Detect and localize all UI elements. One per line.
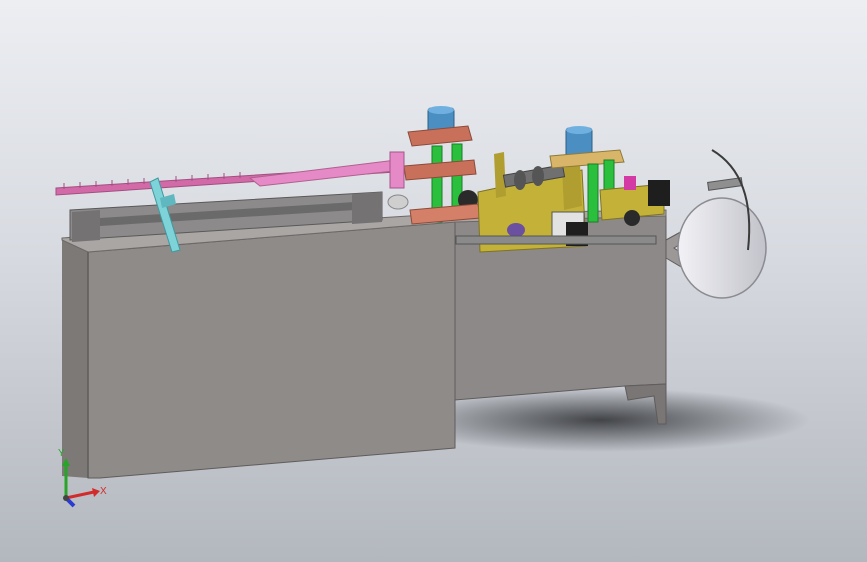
roller-left: [387, 194, 409, 210]
frame-plate-right: [562, 164, 582, 210]
pink-push-arm[interactable]: [248, 159, 403, 187]
right-motor-cap: [566, 126, 592, 134]
left-copper-plate-mid: [403, 159, 477, 181]
black-wheel-right: [624, 210, 640, 226]
spring-2: [532, 166, 544, 186]
left-motor-head[interactable]: [387, 106, 481, 225]
left-motor-cap: [428, 106, 454, 114]
magenta-block: [624, 176, 636, 190]
model-scene[interactable]: Y X: [0, 0, 867, 562]
triad-x-label: X: [100, 486, 107, 497]
spool-axle: [707, 177, 743, 191]
pink-actuator[interactable]: [389, 151, 405, 189]
cad-viewport[interactable]: Y X: [0, 0, 867, 562]
rail-block-right: [352, 192, 382, 224]
triad-x-axis: [65, 490, 95, 500]
right-shaft-1: [587, 163, 599, 223]
spool-disc[interactable]: [677, 197, 767, 299]
body-left-end: [62, 234, 88, 478]
triad-x-arrow: [92, 488, 100, 497]
spring-1: [514, 170, 526, 190]
triad-origin: [63, 495, 69, 501]
triad-y-label: Y: [58, 448, 65, 459]
black-block-right: [648, 180, 670, 206]
spool-assembly[interactable]: [665, 149, 767, 299]
left-copper-plate-top: [407, 125, 473, 147]
rail-block-left: [72, 210, 100, 242]
body-front-panel: [87, 221, 456, 479]
frame-base-bar: [455, 235, 657, 245]
purple-gear: [507, 223, 525, 237]
